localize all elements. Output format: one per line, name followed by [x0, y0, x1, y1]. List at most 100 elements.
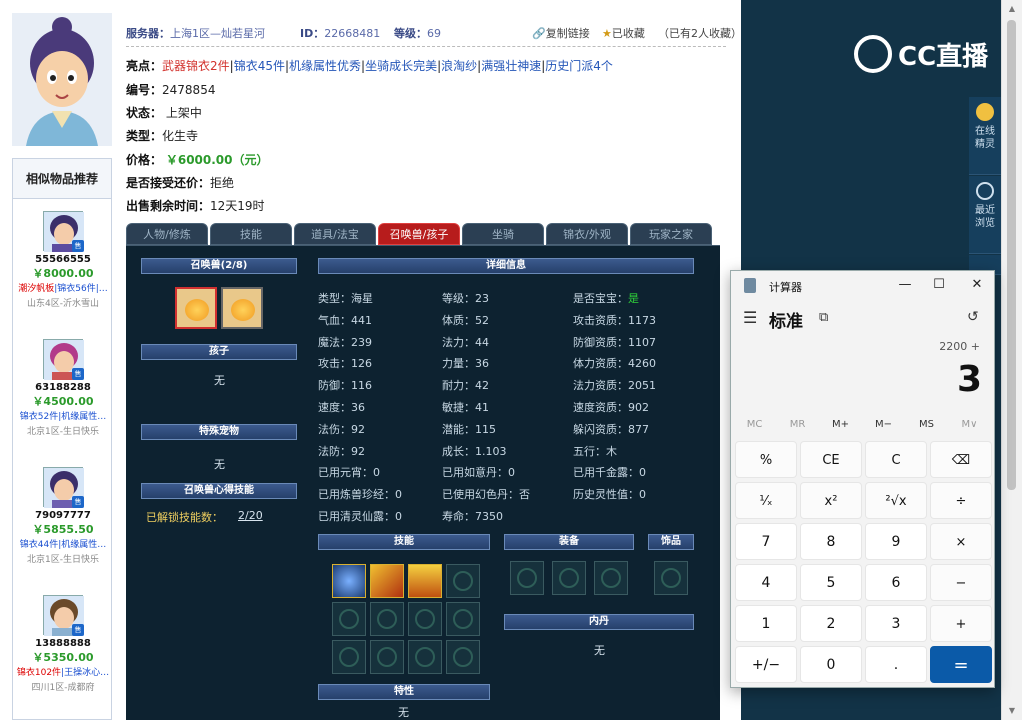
character-avatar [12, 13, 112, 146]
reciprocal-button[interactable]: ¹⁄ₓ [735, 482, 797, 519]
percent-button[interactable]: % [735, 441, 797, 478]
level-info: 等级：69 [394, 27, 441, 40]
divide-button[interactable]: ÷ [930, 482, 992, 519]
digit-8-button[interactable]: 8 [800, 523, 862, 560]
trait-title: 特性 [318, 684, 490, 700]
pet-attribute: 法力：44 [442, 335, 489, 349]
online-sprite-button[interactable]: 在线精灵 [969, 97, 1001, 175]
cc-live-logo[interactable]: CC直播 [898, 36, 988, 73]
menu-icon[interactable]: ☰ [743, 308, 757, 327]
skill-icon[interactable] [332, 564, 366, 598]
highlight-tag[interactable]: 满强壮神速 [481, 59, 541, 73]
similar-item[interactable]: 售 55566555 ￥8000.00 潮汐帆板|锦衣56件|… 山东4区-沂水… [13, 211, 113, 309]
pet-slot[interactable] [221, 287, 263, 329]
similar-item[interactable]: 售 63188288 ￥4500.00 锦衣52件|机缘属性… 北京1区-生日快… [13, 339, 113, 437]
pet-attribute: 已用千金露：0 [573, 466, 646, 480]
equals-button[interactable]: = [930, 646, 992, 683]
favorite-button[interactable]: ★已收藏 [602, 25, 645, 41]
mr-button[interactable]: MR [776, 419, 819, 430]
bargain-row: 是否接受还价：拒绝 [126, 176, 235, 190]
digit-7-button[interactable]: 7 [735, 523, 797, 560]
clear-button[interactable]: C [865, 441, 927, 478]
multiply-button[interactable]: × [930, 523, 992, 560]
digit-2-button[interactable]: 2 [800, 605, 862, 642]
empty-equip-slot [552, 561, 586, 595]
skill-unlock-value[interactable]: 2/20 [238, 509, 263, 522]
page-scrollbar[interactable]: ▲ ▼ [1001, 0, 1022, 720]
tab-mount[interactable]: 坐骑 [462, 223, 544, 245]
square-button[interactable]: x² [800, 482, 862, 519]
empty-skill-slot [446, 640, 480, 674]
highlight-tag[interactable]: 武器锦衣2件 [162, 59, 230, 73]
highlight-tag[interactable]: 浪淘纱 [441, 59, 477, 73]
similar-item[interactable]: 售 79097777 ￥5855.50 锦衣44件|机缘属性… 北京1区-生日快… [13, 467, 113, 565]
minimize-button[interactable]: — [887, 275, 923, 295]
highlight-tag[interactable]: 锦衣45件 [234, 59, 285, 73]
mc-button[interactable]: MC [733, 419, 776, 430]
similar-item[interactable]: 售 13888888 ￥5350.00 锦衣102件|王操冰心… 四川1区-成都… [13, 595, 113, 693]
decimal-button[interactable]: . [865, 646, 927, 683]
digit-1-button[interactable]: 1 [735, 605, 797, 642]
ms-button[interactable]: MS [905, 419, 948, 430]
digit-4-button[interactable]: 4 [735, 564, 797, 601]
pet-attribute: 攻击：126 [318, 357, 372, 371]
pet-slot[interactable] [175, 287, 217, 329]
sqrt-button[interactable]: ²√x [865, 482, 927, 519]
calculator-display: 3 [956, 359, 982, 400]
recent-browse-button[interactable]: 最近浏览 [969, 176, 1001, 254]
digit-5-button[interactable]: 5 [800, 564, 862, 601]
favorite-count: （已有2人收藏） [658, 27, 742, 40]
pet-attribute: 速度资质：902 [573, 401, 649, 414]
scroll-thumb[interactable] [1007, 20, 1016, 490]
negate-button[interactable]: +/− [735, 646, 797, 683]
lightning-skill-icon[interactable] [370, 564, 404, 598]
maximize-button[interactable]: ☐ [921, 275, 957, 295]
calculator-app-icon [744, 278, 756, 293]
backspace-button[interactable]: ⌫ [930, 441, 992, 478]
highlight-tag[interactable]: 坐骑成长完美 [365, 59, 437, 73]
empty-skill-slot [446, 602, 480, 636]
server-info: 服务器：上海1区—灿若星河 [126, 27, 265, 40]
memory-list-button[interactable]: M∨ [948, 419, 991, 430]
core-value: 无 [594, 644, 605, 657]
is-baby-value: 是 [628, 292, 639, 305]
subtract-button[interactable]: − [930, 564, 992, 601]
pet-skill-title: 召唤兽心得技能 [141, 483, 297, 499]
empty-equip-slot [594, 561, 628, 595]
digit-3-button[interactable]: 3 [865, 605, 927, 642]
tab-pets[interactable]: 召唤兽/孩子 [378, 223, 460, 245]
highlight-tag[interactable]: 机缘属性优秀 [289, 59, 361, 73]
pet-attribute: 是否宝宝：是 [573, 292, 639, 305]
add-button[interactable]: + [930, 605, 992, 642]
digit-6-button[interactable]: 6 [865, 564, 927, 601]
tab-character[interactable]: 人物/修炼 [126, 223, 208, 245]
item-server: 北京1区-生日快乐 [27, 427, 99, 437]
copy-link-button[interactable]: 🔗复制链接 [532, 25, 590, 41]
tab-skills[interactable]: 技能 [210, 223, 292, 245]
clear-entry-button[interactable]: CE [800, 441, 862, 478]
scroll-down-icon[interactable]: ▼ [1007, 706, 1017, 716]
fire-skill-icon[interactable] [408, 564, 442, 598]
pet-attribute: 已使用幻色丹：否 [442, 488, 530, 502]
tab-items[interactable]: 道具/法宝 [294, 223, 376, 245]
item-price: ￥8000.00 [32, 267, 94, 280]
item-price: ￥4500.00 [32, 395, 94, 408]
keep-on-top-icon[interactable]: ⧉ [819, 310, 828, 325]
history-icon[interactable]: ↺ [967, 309, 979, 325]
m-minus-button[interactable]: M− [862, 419, 905, 430]
pet-attribute: 攻击资质：1173 [573, 313, 656, 327]
pet-attribute: 等级：23 [442, 292, 489, 305]
digit-9-button[interactable]: 9 [865, 523, 927, 560]
item-id: 79097777 [35, 510, 91, 521]
digit-0-button[interactable]: 0 [800, 646, 862, 683]
pet-attribute: 历史灵性值：0 [573, 488, 646, 502]
scroll-up-icon[interactable]: ▲ [1007, 4, 1017, 14]
m-plus-button[interactable]: M+ [819, 419, 862, 430]
highlight-tag[interactable]: 历史门派4个 [545, 59, 613, 73]
sale-tag: 售 [72, 368, 84, 380]
tab-home[interactable]: 玩家之家 [630, 223, 712, 245]
special-pet-title: 特殊宠物 [141, 424, 297, 440]
tab-outfit[interactable]: 锦衣/外观 [546, 223, 628, 245]
close-button[interactable]: ✕ [959, 275, 995, 295]
clock-icon [976, 182, 994, 200]
